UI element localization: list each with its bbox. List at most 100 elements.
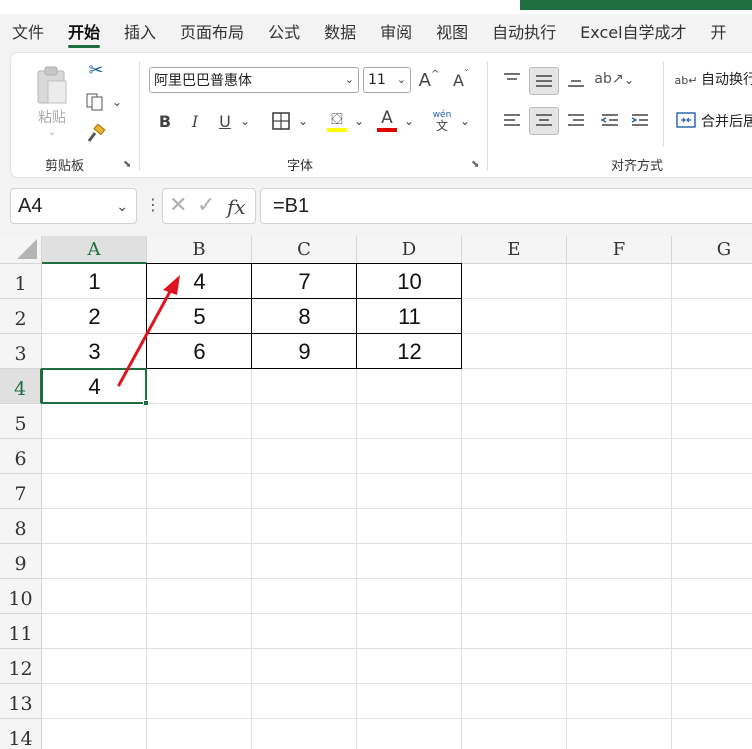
cell-a3[interactable]: 3 (42, 334, 147, 369)
gridline (42, 683, 752, 684)
tab-developer[interactable]: 开 (699, 14, 739, 52)
font-name-combo[interactable]: 阿里巴巴普惠体 ⌄ (149, 67, 359, 93)
tab-file[interactable]: 文件 (0, 14, 56, 52)
align-center-button[interactable] (529, 107, 559, 135)
copy-button[interactable] (83, 91, 109, 113)
insert-function-icon[interactable]: fx (227, 195, 246, 219)
underline-button[interactable]: U (215, 109, 235, 133)
fill-color-button[interactable]: ⛋ (325, 107, 349, 135)
name-box[interactable]: A4 ⌄ (10, 188, 137, 224)
column-header-g[interactable]: G (672, 236, 752, 264)
column-header-d[interactable]: D (357, 236, 462, 264)
row-header-6[interactable]: 6 (0, 439, 42, 474)
row-header-14[interactable]: 14 (0, 719, 42, 749)
borders-icon (272, 112, 290, 130)
font-size-combo[interactable]: 11 ⌄ (363, 67, 411, 93)
tab-excel-self-study[interactable]: Excel自学成才 (568, 14, 698, 52)
cell-b1[interactable]: 4 (147, 264, 252, 299)
column-header-a[interactable]: A (42, 236, 147, 264)
borders-button[interactable] (269, 109, 293, 133)
tab-view[interactable]: 视图 (424, 14, 480, 52)
row-header-9[interactable]: 9 (0, 544, 42, 579)
borders-dropdown-icon[interactable]: ⌄ (297, 111, 309, 131)
row-header-10[interactable]: 10 (0, 579, 42, 614)
chevron-down-icon: ⌄ (344, 73, 354, 86)
merge-center-button[interactable]: 合并后居 (701, 111, 752, 131)
cancel-icon[interactable]: ✕ (169, 193, 187, 218)
phonetic-guide-button[interactable]: wén 文 (429, 107, 455, 135)
italic-button[interactable]: I (185, 109, 205, 133)
row-header-5[interactable]: 5 (0, 404, 42, 439)
wrap-text-button[interactable]: 自动换行 (701, 69, 752, 89)
more-options-icon[interactable]: ⋮ (145, 194, 161, 218)
column-header-e[interactable]: E (462, 236, 567, 264)
format-painter-icon (87, 124, 106, 142)
underline-dropdown-icon[interactable]: ⌄ (239, 111, 251, 131)
row-header-4[interactable]: 4 (0, 369, 42, 404)
tab-formulas[interactable]: 公式 (256, 14, 312, 52)
paste-button[interactable]: 粘贴 ⌄ (25, 59, 79, 143)
row-header-3[interactable]: 3 (0, 334, 42, 369)
row-header-12[interactable]: 12 (0, 649, 42, 684)
alignment-group-label: 对齐方式 (611, 159, 664, 174)
select-all-button[interactable] (0, 236, 42, 264)
cell-d1[interactable]: 10 (357, 264, 462, 299)
tab-review[interactable]: 审阅 (368, 14, 424, 52)
gridline (42, 718, 752, 719)
row-header-1[interactable]: 1 (0, 264, 42, 299)
cell-d2[interactable]: 11 (357, 299, 462, 334)
increase-indent-button[interactable] (627, 107, 653, 135)
tab-automate[interactable]: 自动执行 (480, 14, 568, 52)
column-header-c[interactable]: C (252, 236, 357, 264)
align-middle-button[interactable] (529, 67, 559, 95)
formula-input[interactable]: =B1 (260, 188, 752, 224)
row-header-7[interactable]: 7 (0, 474, 42, 509)
align-top-button[interactable] (499, 67, 525, 93)
cell-c1[interactable]: 7 (252, 264, 357, 299)
phonetic-dropdown-icon[interactable]: ⌄ (459, 111, 471, 131)
align-bottom-button[interactable] (563, 67, 589, 93)
cell-c3[interactable]: 9 (252, 334, 357, 369)
row-header-2[interactable]: 2 (0, 299, 42, 334)
decrease-indent-button[interactable] (597, 107, 623, 135)
increase-font-size-button[interactable]: A ^ (417, 67, 441, 93)
cell-b3[interactable]: 6 (147, 334, 252, 369)
fill-color-dropdown-icon[interactable]: ⌄ (353, 111, 365, 131)
cell-c4[interactable] (252, 369, 357, 404)
cell-a2[interactable]: 2 (42, 299, 147, 334)
row-header-13[interactable]: 13 (0, 684, 42, 719)
chevron-down-icon: ⌄ (396, 73, 406, 86)
gridline (42, 438, 752, 439)
column-header-f[interactable]: F (567, 236, 672, 264)
cell-c2[interactable]: 8 (252, 299, 357, 334)
tab-home[interactable]: 开始 (56, 14, 112, 52)
orientation-icon[interactable]: ab↗ (594, 67, 623, 91)
align-right-button[interactable] (563, 107, 589, 135)
cell-a1[interactable]: 1 (42, 264, 147, 299)
paste-icon (37, 66, 67, 103)
tab-insert[interactable]: 插入 (112, 14, 168, 52)
tab-data[interactable]: 数据 (312, 14, 368, 52)
row-header-11[interactable]: 11 (0, 614, 42, 649)
cell-b2[interactable]: 5 (147, 299, 252, 334)
align-left-button[interactable] (499, 107, 525, 135)
copy-dropdown-icon[interactable]: ⌄ (111, 93, 123, 111)
cell-d4[interactable] (357, 369, 462, 404)
font-color-dropdown-icon[interactable]: ⌄ (403, 111, 415, 131)
orientation-dropdown-icon[interactable]: ⌄ (623, 71, 635, 89)
tab-page-layout[interactable]: 页面布局 (168, 14, 256, 52)
cell-b4[interactable] (147, 369, 252, 404)
bold-button[interactable]: B (155, 109, 175, 133)
font-launcher-icon[interactable]: ⬊ (471, 159, 481, 170)
column-header-b[interactable]: B (147, 236, 252, 264)
chevron-down-icon[interactable]: ⌄ (116, 189, 128, 223)
decrease-font-size-button[interactable]: Aˇ (449, 67, 473, 93)
font-color-button[interactable]: A (375, 105, 399, 135)
format-painter-button[interactable] (85, 123, 107, 145)
clipboard-launcher-icon[interactable]: ⬊ (123, 159, 133, 170)
cut-icon[interactable]: ✂ (85, 59, 107, 81)
enter-icon[interactable]: ✓ (197, 193, 215, 218)
fill-handle[interactable] (143, 400, 149, 406)
cell-d3[interactable]: 12 (357, 334, 462, 369)
row-header-8[interactable]: 8 (0, 509, 42, 544)
